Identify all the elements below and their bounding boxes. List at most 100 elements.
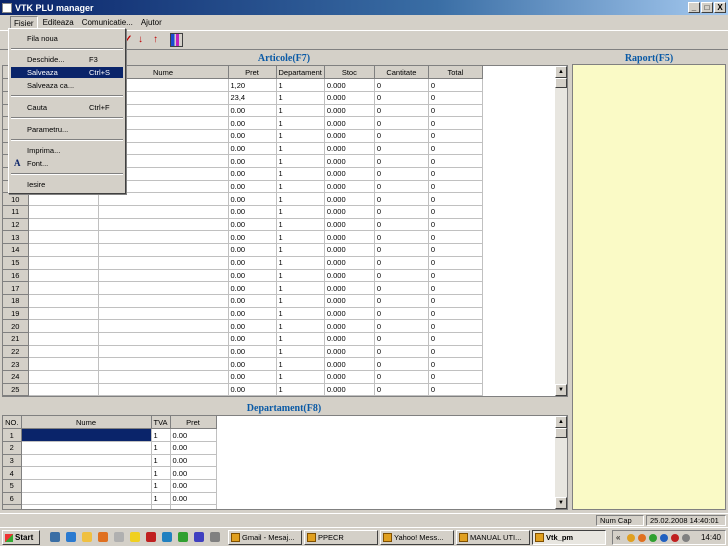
cell-departament[interactable]: 1 [276, 78, 325, 92]
table-row[interactable]: 3 1 0.00 [3, 454, 217, 468]
dep-col-header-nume[interactable]: Nume [21, 416, 152, 430]
scroll-up-icon[interactable]: ▲ [555, 66, 567, 78]
row-number[interactable]: 22 [3, 345, 29, 359]
cell-total[interactable]: 0 [428, 91, 483, 105]
arrow-down-icon[interactable]: ↓ [138, 34, 143, 46]
cell-departament[interactable]: 1 [276, 180, 325, 194]
cell-cod[interactable] [28, 294, 99, 308]
cell-pret[interactable]: 0.00 [228, 256, 277, 270]
cell-departament[interactable]: 1 [276, 319, 325, 333]
row-number[interactable]: 3 [3, 454, 22, 468]
cell-stoc[interactable]: 0.000 [324, 357, 375, 371]
cell-departament[interactable]: 1 [276, 345, 325, 359]
cell-pret[interactable]: 0.00 [228, 370, 277, 384]
cell-cod[interactable] [28, 256, 99, 270]
row-number[interactable]: 1 [3, 428, 22, 442]
cell-cantitate[interactable]: 0 [374, 180, 429, 194]
cell-stoc[interactable]: 0.000 [324, 230, 375, 245]
row-number[interactable]: 18 [3, 294, 29, 308]
cell-cantitate[interactable]: 0 [374, 243, 429, 257]
cell-total[interactable]: 0 [428, 230, 483, 245]
row-number[interactable]: 2 [3, 441, 22, 455]
cell-departament[interactable]: 1 [276, 218, 325, 232]
cell-stoc[interactable]: 0.000 [324, 294, 375, 308]
cell-nume[interactable] [98, 256, 229, 270]
cell-tva[interactable]: 1 [151, 492, 171, 506]
menu-ajutor[interactable]: Ajutor [138, 16, 165, 29]
cell-departament[interactable]: 1 [276, 383, 325, 396]
cell-cantitate[interactable]: 0 [374, 370, 429, 384]
cell-cod[interactable] [28, 332, 99, 346]
cell-cantitate[interactable]: 0 [374, 129, 429, 143]
cell-cod[interactable] [28, 345, 99, 359]
task-gmail[interactable]: Gmail - Mesaj... [228, 530, 302, 545]
report-icon[interactable] [170, 33, 183, 47]
cell-departament[interactable]: 1 [276, 167, 325, 181]
menu-item-imprima[interactable]: Imprima... [11, 145, 123, 156]
cell-cantitate[interactable]: 0 [374, 357, 429, 371]
table-row[interactable]: 19 0.00 1 0.000 0 0 [3, 307, 483, 321]
row-number[interactable]: 24 [3, 370, 29, 384]
cell-cod[interactable] [28, 383, 99, 396]
table-row[interactable]: 18 0.00 1 0.000 0 0 [3, 294, 483, 308]
dep-scroll-up-icon[interactable]: ▲ [555, 416, 567, 428]
cell-total[interactable]: 0 [428, 383, 483, 396]
dep-col-header-pret[interactable]: Pret [170, 416, 217, 430]
cell-cantitate[interactable]: 0 [374, 205, 429, 219]
table-row[interactable]: 12 0.00 1 0.000 0 0 [3, 218, 483, 232]
table-row[interactable]: 23 0.00 1 0.000 0 0 [3, 357, 483, 371]
cell-total[interactable]: 0 [428, 192, 483, 207]
table-row[interactable]: 24 0.00 1 0.000 0 0 [3, 370, 483, 384]
row-number[interactable]: 25 [3, 383, 29, 396]
row-number[interactable]: 4 [3, 466, 22, 480]
cell-total[interactable]: 0 [428, 345, 483, 359]
cell-cod[interactable] [28, 307, 99, 321]
cell-stoc[interactable]: 0.000 [324, 370, 375, 384]
cell-nume[interactable] [21, 466, 152, 480]
row-number[interactable]: 21 [3, 332, 29, 346]
cell-departament[interactable]: 1 [276, 129, 325, 143]
cell-tva[interactable]: 1 [151, 504, 171, 509]
cell-total[interactable]: 0 [428, 256, 483, 270]
cell-total[interactable]: 0 [428, 319, 483, 333]
cell-cantitate[interactable]: 0 [374, 91, 429, 105]
close-button[interactable]: X [714, 2, 726, 13]
table-row[interactable]: 17 0.00 1 0.000 0 0 [3, 281, 483, 295]
cell-cantitate[interactable]: 0 [374, 142, 429, 156]
cell-departament[interactable]: 1 [276, 205, 325, 219]
row-number[interactable]: 12 [3, 218, 29, 232]
cell-pret[interactable]: 0.00 [228, 319, 277, 333]
cell-nume[interactable] [98, 307, 229, 321]
cell-total[interactable]: 0 [428, 370, 483, 384]
cell-total[interactable]: 0 [428, 357, 483, 371]
cell-tva[interactable]: 1 [151, 441, 171, 455]
cell-cantitate[interactable]: 0 [374, 167, 429, 181]
tray-expand-icon[interactable]: « [616, 531, 620, 544]
cell-departament[interactable]: 1 [276, 243, 325, 257]
cell-pret[interactable]: 0.00 [228, 281, 277, 295]
cell-pret[interactable]: 0.00 [228, 129, 277, 143]
cell-pret[interactable]: 0.00 [228, 332, 277, 346]
cell-stoc[interactable]: 0.000 [324, 345, 375, 359]
cell-stoc[interactable]: 0.000 [324, 332, 375, 346]
folder-icon[interactable] [82, 532, 92, 542]
cell-pret[interactable]: 0.00 [228, 167, 277, 181]
table-row[interactable]: 16 0.00 1 0.000 0 0 [3, 269, 483, 283]
cell-total[interactable]: 0 [428, 142, 483, 156]
cell-tva[interactable]: 1 [151, 428, 171, 442]
cell-pret[interactable]: 23,4 [228, 91, 277, 105]
cell-departament[interactable]: 1 [276, 269, 325, 283]
cell-departament[interactable]: 1 [276, 142, 325, 156]
cell-nume[interactable] [21, 479, 152, 493]
cell-tva[interactable]: 1 [151, 479, 171, 493]
cell-cantitate[interactable]: 0 [374, 319, 429, 333]
task-vtk-pm[interactable]: Vtk_pm [532, 530, 606, 545]
cell-pret[interactable]: 0.00 [228, 205, 277, 219]
cell-pret[interactable]: 0.00 [228, 230, 277, 245]
cell-pret[interactable]: 0.00 [170, 492, 217, 506]
task-manual[interactable]: MANUAL UTI... [456, 530, 530, 545]
globe-icon[interactable] [162, 532, 172, 542]
cell-cantitate[interactable]: 0 [374, 78, 429, 92]
menu-item-deschide[interactable]: Deschide... F3 [11, 54, 123, 65]
col-header-total[interactable]: Total [428, 66, 483, 80]
